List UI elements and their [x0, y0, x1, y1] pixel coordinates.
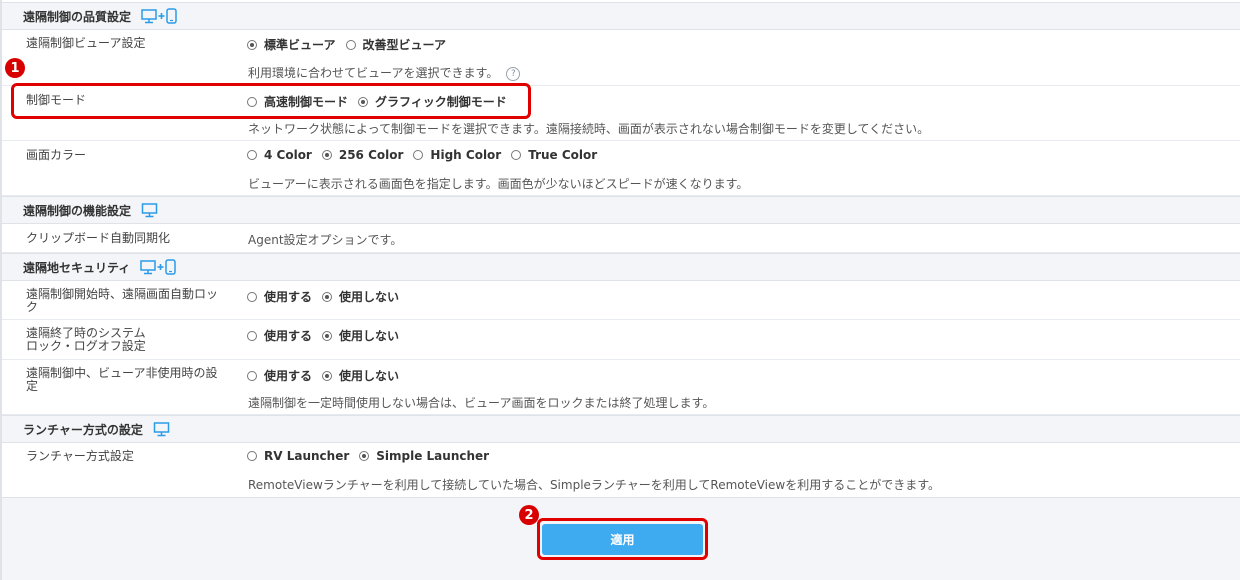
- row-lock-start: 遠隔制御開始時、遠隔画面自動ロッ ク 使用する 使用しない: [2, 281, 1240, 320]
- settings-panel: 遠隔制御の品質設定 遠隔制御ビューア設定 標準ビューア 改善型ビューア 利用環境…: [0, 0, 1240, 580]
- row-color: 画面カラー 4 Color 256 Color High Color True …: [2, 141, 1240, 196]
- section-security-title: 遠隔地セキュリティ: [23, 260, 131, 275]
- lock-end-options: 使用する 使用しない: [247, 327, 409, 344]
- viewer-option-standard[interactable]: 標準ビューア: [247, 36, 336, 53]
- launcher-desc: RemoteViewランチャーを利用して接続していた場合、Simpleランチャー…: [248, 478, 941, 492]
- viewer-label: 遠隔制御ビューア設定: [26, 36, 146, 50]
- idle-options: 使用する 使用しない: [247, 367, 409, 384]
- monitor-icon: [141, 202, 159, 218]
- idle-label-line2: 定: [26, 379, 39, 393]
- idle-option-nouse-label: 使用しない: [339, 369, 400, 383]
- highlight-apply-box: [537, 518, 708, 560]
- lock-end-label-line2: ロック・ログオフ設定: [26, 339, 146, 353]
- color-option-256[interactable]: 256 Color: [321, 148, 404, 162]
- section-launcher-header: ランチャー方式の設定: [2, 415, 1240, 443]
- color-desc: ビューアーに表示される画面色を指定します。画面色が少ないほどスピードが速くなりま…: [248, 177, 749, 191]
- section-function-header: 遠隔制御の機能設定: [2, 196, 1240, 224]
- clipboard-label: クリップボード自動同期化: [26, 231, 171, 245]
- lock-start-label-line2: ク: [26, 300, 39, 314]
- lock-start-option-nouse-label: 使用しない: [339, 290, 400, 304]
- row-clipboard: クリップボード自動同期化 Agent設定オプションです。: [2, 224, 1240, 253]
- clipboard-value: Agent設定オプションです。: [248, 233, 403, 247]
- radio-checked-icon[interactable]: [322, 370, 333, 381]
- color-options: 4 Color 256 Color High Color True Color: [247, 148, 607, 162]
- lock-end-option-nouse[interactable]: 使用しない: [322, 327, 399, 344]
- viewer-option-standard-label: 標準ビューア: [264, 38, 336, 52]
- launcher-options: RV Launcher Simple Launcher: [247, 449, 499, 463]
- lock-start-options: 使用する 使用しない: [247, 288, 409, 305]
- monitor-icon: [153, 421, 171, 437]
- radio-unchecked-icon[interactable]: [247, 370, 257, 381]
- radio-unchecked-icon[interactable]: [247, 330, 257, 341]
- launcher-option-rv[interactable]: RV Launcher: [247, 449, 349, 463]
- row-viewer: 遠隔制御ビューア設定 標準ビューア 改善型ビューア 利用環境に合わせてビューアを…: [2, 30, 1240, 86]
- color-label: 画面カラー: [26, 148, 87, 162]
- radio-checked-icon[interactable]: [359, 451, 370, 461]
- idle-option-use-label: 使用する: [264, 369, 313, 383]
- radio-unchecked-icon[interactable]: [247, 150, 257, 160]
- row-launcher: ランチャー方式設定 RV Launcher Simple Launcher Re…: [2, 443, 1240, 497]
- lock-end-option-use-label: 使用する: [264, 329, 313, 343]
- idle-label-line1: 遠隔制御中、ビューア非使用時の設: [26, 366, 218, 380]
- idle-option-nouse[interactable]: 使用しない: [322, 367, 399, 384]
- launcher-option-simple-label: Simple Launcher: [376, 449, 490, 463]
- lock-end-label: 遠隔終了時のシステム ロック・ログオフ設定: [26, 327, 146, 353]
- radio-unchecked-icon[interactable]: [511, 150, 522, 160]
- radio-unchecked-icon[interactable]: [413, 150, 424, 160]
- mode-desc: ネットワーク状態によって制御モードを選択できます。遠隔接続時、画面が表示されない…: [248, 122, 930, 136]
- section-quality-header: 遠隔制御の品質設定: [2, 2, 1240, 30]
- marker-1-badge: 1: [5, 58, 25, 78]
- highlight-mode-box: [11, 83, 531, 119]
- viewer-desc-text: 利用環境に合わせてビューアを選択できます。: [248, 66, 499, 80]
- viewer-option-improved[interactable]: 改善型ビューア: [345, 36, 447, 53]
- idle-label: 遠隔制御中、ビューア非使用時の設 定: [26, 367, 218, 393]
- idle-option-use[interactable]: 使用する: [247, 367, 312, 384]
- radio-unchecked-icon[interactable]: [247, 451, 257, 461]
- color-option-true-label: True Color: [528, 148, 598, 162]
- viewer-options: 標準ビューア 改善型ビューア: [247, 36, 456, 53]
- lock-start-option-nouse[interactable]: 使用しない: [322, 288, 399, 305]
- lock-start-option-use[interactable]: 使用する: [247, 288, 312, 305]
- radio-checked-icon[interactable]: [247, 39, 257, 50]
- radio-checked-icon[interactable]: [322, 330, 333, 341]
- monitor-mobile-icon: [141, 8, 179, 24]
- color-option-4-label: 4 Color: [264, 148, 312, 162]
- color-option-256-label: 256 Color: [338, 148, 404, 162]
- radio-unchecked-icon[interactable]: [247, 291, 257, 302]
- marker-2-badge: 2: [519, 505, 539, 525]
- radio-checked-icon[interactable]: [321, 150, 332, 160]
- idle-desc: 遠隔制御を一定時間使用しない場合は、ビューア画面をロックまたは終了処理します。: [248, 396, 715, 410]
- lock-end-option-use[interactable]: 使用する: [247, 327, 312, 344]
- launcher-option-simple[interactable]: Simple Launcher: [359, 449, 489, 463]
- launcher-label: ランチャー方式設定: [26, 449, 134, 463]
- section-launcher-title: ランチャー方式の設定: [23, 422, 143, 437]
- viewer-desc: 利用環境に合わせてビューアを選択できます。?: [248, 64, 521, 81]
- launcher-option-rv-label: RV Launcher: [264, 449, 350, 463]
- section-security-header: 遠隔地セキュリティ: [2, 253, 1240, 281]
- help-icon[interactable]: ?: [506, 66, 521, 81]
- color-option-true[interactable]: True Color: [511, 148, 597, 162]
- lock-end-option-nouse-label: 使用しない: [339, 329, 400, 343]
- section-quality-title: 遠隔制御の品質設定: [23, 9, 132, 24]
- color-option-high[interactable]: High Color: [413, 148, 501, 162]
- lock-start-option-use-label: 使用する: [264, 290, 313, 304]
- color-option-high-label: High Color: [430, 148, 502, 162]
- lock-start-label-line1: 遠隔制御開始時、遠隔画面自動ロッ: [26, 287, 219, 301]
- monitor-mobile-icon: [140, 259, 178, 275]
- row-idle: 遠隔制御中、ビューア非使用時の設 定 使用する 使用しない 遠隔制御を一定時間使…: [2, 360, 1240, 415]
- row-lock-end: 遠隔終了時のシステム ロック・ログオフ設定 使用する 使用しない: [2, 320, 1240, 360]
- lock-start-label: 遠隔制御開始時、遠隔画面自動ロッ ク: [26, 288, 218, 314]
- radio-unchecked-icon[interactable]: [345, 39, 356, 50]
- section-function-title: 遠隔制御の機能設定: [23, 203, 132, 218]
- viewer-option-improved-label: 改善型ビューア: [362, 38, 447, 52]
- radio-checked-icon[interactable]: [322, 291, 333, 302]
- color-option-4[interactable]: 4 Color: [247, 148, 312, 162]
